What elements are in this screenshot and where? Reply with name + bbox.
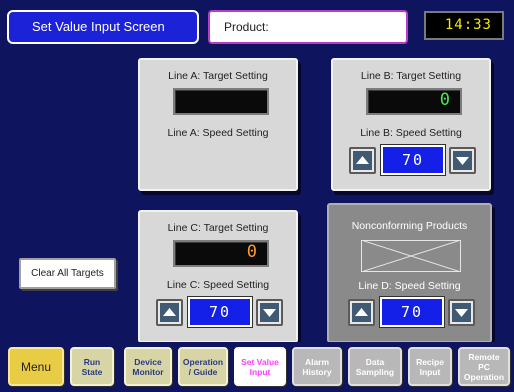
line-d-speed-label: Line D: Speed Setting	[358, 280, 461, 292]
line-a-target-label: Line A: Target Setting	[168, 70, 268, 82]
line-d-panel: Nonconforming Products Line D: Speed Set…	[327, 203, 492, 343]
triangle-up-icon	[163, 308, 176, 316]
nav-device-monitor-label: Device Monitor	[132, 356, 164, 377]
product-field[interactable]: Product:	[208, 10, 408, 44]
nav-alarm-history-button[interactable]: Alarm History	[292, 347, 342, 386]
triangle-up-icon	[356, 156, 369, 164]
line-b-speed-label: Line B: Speed Setting	[360, 127, 462, 139]
line-b-speed-up-button[interactable]	[349, 147, 376, 174]
line-b-speed-down-button[interactable]	[449, 147, 476, 174]
nav-operation-guide-label: Operation / Guide	[182, 356, 224, 377]
nav-device-monitor-button[interactable]: Device Monitor	[124, 347, 172, 386]
clock-display: 14:33	[424, 11, 504, 40]
nav-remote-pc-operation-button[interactable]: Remote PC Operation	[458, 347, 510, 386]
line-b-target-value: 0	[439, 90, 450, 110]
nav-remote-pc-operation-label: Remote PC Operation	[463, 351, 505, 382]
nav-data-sampling-label: Data Sampling	[355, 356, 395, 377]
line-b-speed-value[interactable]: 70	[380, 144, 446, 176]
nav-menu-button[interactable]: Menu	[8, 347, 64, 386]
nav-recipe-input-button[interactable]: Recipe Input	[408, 347, 452, 386]
triangle-down-icon	[455, 309, 468, 317]
line-c-speed-down-button[interactable]	[256, 299, 283, 326]
nonconforming-title: Nonconforming Products	[351, 220, 468, 232]
line-c-target-display[interactable]: 0	[173, 240, 269, 267]
line-d-speed-value[interactable]: 70	[379, 296, 445, 328]
line-a-panel: Line A: Target Setting Line A: Speed Set…	[138, 58, 298, 191]
line-a-speed-label: Line A: Speed Setting	[167, 127, 269, 139]
line-c-speed-value[interactable]: 70	[187, 296, 253, 328]
nav-recipe-input-label: Recipe Input	[416, 356, 444, 377]
line-d-speed-up-button[interactable]	[348, 299, 375, 326]
line-b-panel: Line B: Target Setting 0 Line B: Speed S…	[331, 58, 491, 191]
line-c-speed-up-button[interactable]	[156, 299, 183, 326]
screen-title: Set Value Input Screen	[7, 10, 199, 44]
nav-operation-guide-button[interactable]: Operation / Guide	[178, 347, 228, 386]
crossed-box-icon	[360, 239, 462, 273]
line-c-target-label: Line C: Target Setting	[167, 222, 269, 234]
triangle-up-icon	[355, 308, 368, 316]
triangle-down-icon	[456, 157, 469, 165]
line-a-target-display[interactable]	[173, 88, 269, 115]
line-c-speed-label: Line C: Speed Setting	[166, 279, 270, 291]
line-c-target-value: 0	[246, 242, 257, 262]
nav-run-state-button[interactable]: Run State	[70, 347, 114, 386]
nav-alarm-history-label: Alarm History	[302, 356, 332, 377]
nav-run-state-label: Run State	[81, 356, 103, 377]
nav-set-value-input-label: Set Value Input	[241, 356, 279, 377]
nav-menu-label: Menu	[20, 359, 52, 374]
nav-set-value-input-button[interactable]: Set Value Input	[234, 347, 286, 386]
line-b-target-label: Line B: Target Setting	[360, 70, 462, 82]
clear-all-targets-button[interactable]: Clear All Targets	[19, 258, 116, 289]
triangle-down-icon	[263, 309, 276, 317]
line-b-target-display[interactable]: 0	[366, 88, 462, 115]
line-d-speed-down-button[interactable]	[448, 299, 475, 326]
nav-data-sampling-button[interactable]: Data Sampling	[348, 347, 402, 386]
line-c-panel: Line C: Target Setting 0 Line C: Speed S…	[138, 210, 298, 343]
